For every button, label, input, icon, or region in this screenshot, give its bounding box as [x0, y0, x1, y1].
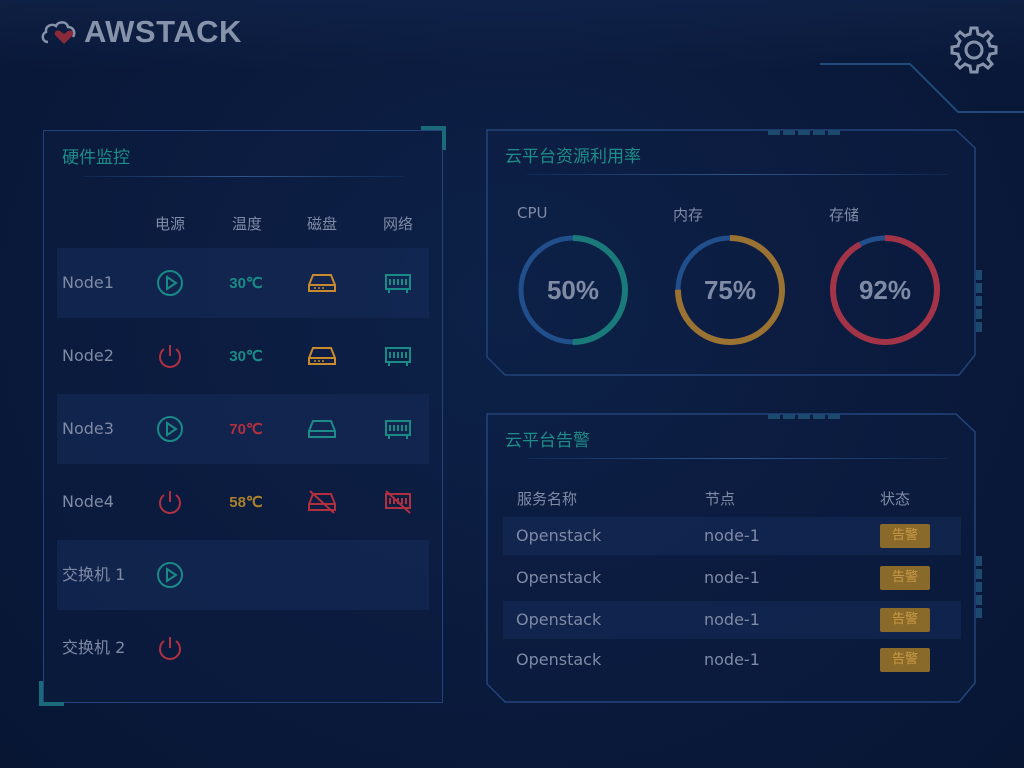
network-status[interactable]	[368, 321, 428, 391]
power-off-icon	[159, 345, 181, 368]
power-status[interactable]	[140, 321, 200, 391]
network-error-icon	[385, 490, 411, 514]
node-name: node-1	[704, 526, 760, 545]
node-name: node-1	[704, 650, 760, 669]
disk-icon	[308, 274, 336, 292]
temperature-cell: 70℃	[216, 394, 276, 464]
power-status[interactable]	[140, 467, 200, 537]
alarm-row[interactable]: Openstack node-1 告警	[503, 601, 961, 639]
temperature-cell: 58℃	[216, 467, 276, 537]
column-header-network: 网络	[382, 215, 413, 233]
resource-utilization-panel: 云平台资源利用率 CPU 内存 存储 50% 75% 92%	[487, 130, 981, 375]
temperature-value: 70℃	[229, 421, 263, 438]
service-name: Openstack	[516, 526, 602, 545]
alarm-row[interactable]: Openstack node-1 告警	[503, 641, 961, 679]
switch-row: 交换机 1	[57, 540, 429, 610]
disk-status[interactable]	[292, 248, 352, 318]
panel-title: 硬件监控	[62, 148, 130, 168]
switch-row: 交换机 2	[57, 613, 429, 683]
disk-status[interactable]	[292, 321, 352, 391]
memory-usage-value: 75%	[703, 275, 757, 305]
column-header-service: 服务名称	[517, 490, 578, 508]
node-name: Node1	[62, 273, 114, 292]
column-header-power: 电源	[154, 215, 185, 233]
storage-label: 存储	[829, 206, 860, 224]
node-row: Node2 30℃	[57, 321, 429, 391]
network-status[interactable]	[368, 248, 428, 318]
column-header-status: 状态	[880, 490, 911, 508]
title-divider	[527, 458, 947, 459]
temperature-cell: 30℃	[216, 321, 276, 391]
logo: AWSTACK	[40, 14, 242, 50]
alarm-status-badge: 告警	[880, 566, 930, 590]
hardware-monitor-panel: 硬件监控 电源 温度 磁盘 网络 Node1 30℃ Node2 30℃ Nod…	[43, 130, 443, 703]
service-name: Openstack	[516, 568, 602, 587]
power-status[interactable]	[140, 540, 200, 610]
temperature-cell: 30℃	[216, 248, 276, 318]
disk-icon	[308, 347, 336, 365]
node-name: node-1	[704, 568, 760, 587]
alarm-row[interactable]: Openstack node-1 告警	[503, 559, 961, 597]
service-name: Openstack	[516, 610, 602, 629]
switch-name: 交换机 2	[62, 638, 126, 657]
header-decoration	[820, 63, 1024, 113]
play-icon	[157, 270, 183, 296]
power-off-icon	[159, 637, 181, 660]
power-status[interactable]	[140, 613, 200, 683]
storage-usage-value: 92%	[858, 275, 912, 305]
alarm-row[interactable]: Openstack node-1 告警	[503, 517, 961, 555]
power-status[interactable]	[140, 248, 200, 318]
disk-error-icon	[308, 490, 336, 514]
node-row: Node3 70℃	[57, 394, 429, 464]
disk-status[interactable]	[292, 467, 352, 537]
node-name: Node4	[62, 492, 114, 511]
network-status[interactable]	[368, 467, 428, 537]
cpu-usage-value: 50%	[546, 275, 600, 305]
title-divider	[84, 176, 404, 177]
node-name: Node2	[62, 346, 114, 365]
cpu-label: CPU	[517, 204, 548, 222]
power-off-icon	[159, 491, 181, 514]
column-header-node: 节点	[705, 490, 736, 508]
power-status[interactable]	[140, 394, 200, 464]
disk-status[interactable]	[292, 394, 352, 464]
node-row: Node1 30℃	[57, 248, 429, 318]
node-row: Node4 58℃	[57, 467, 429, 537]
network-card-icon	[385, 274, 411, 293]
alarm-status-badge: 告警	[880, 608, 930, 632]
temperature-value: 30℃	[229, 348, 263, 365]
brand-name: AWSTACK	[84, 14, 242, 49]
node-name: node-1	[704, 610, 760, 629]
service-name: Openstack	[516, 650, 602, 669]
play-icon	[157, 416, 183, 442]
column-header-temperature: 温度	[231, 215, 262, 233]
temperature-value: 58℃	[229, 494, 263, 511]
title-divider	[527, 174, 947, 175]
alarm-status-badge: 告警	[880, 524, 930, 548]
cloud-heart-icon	[41, 21, 76, 44]
node-name: Node3	[62, 419, 114, 438]
network-status[interactable]	[368, 394, 428, 464]
column-header-disk: 磁盘	[306, 215, 337, 233]
network-card-icon	[385, 420, 411, 439]
panel-corner-decoration	[421, 126, 446, 150]
panel-title: 云平台资源利用率	[505, 147, 641, 167]
memory-label: 内存	[673, 206, 704, 224]
switch-name: 交换机 1	[62, 565, 126, 584]
network-card-icon	[385, 347, 411, 366]
temperature-value: 30℃	[229, 275, 263, 292]
disk-icon	[308, 420, 336, 438]
panel-corner-decoration	[39, 681, 64, 706]
play-icon	[157, 562, 183, 588]
alarm-status-badge: 告警	[880, 648, 930, 672]
cloud-alarm-panel: 云平台告警 服务名称 节点 状态 Openstack node-1 告警 Ope…	[487, 414, 981, 702]
panel-title: 云平台告警	[505, 431, 590, 451]
